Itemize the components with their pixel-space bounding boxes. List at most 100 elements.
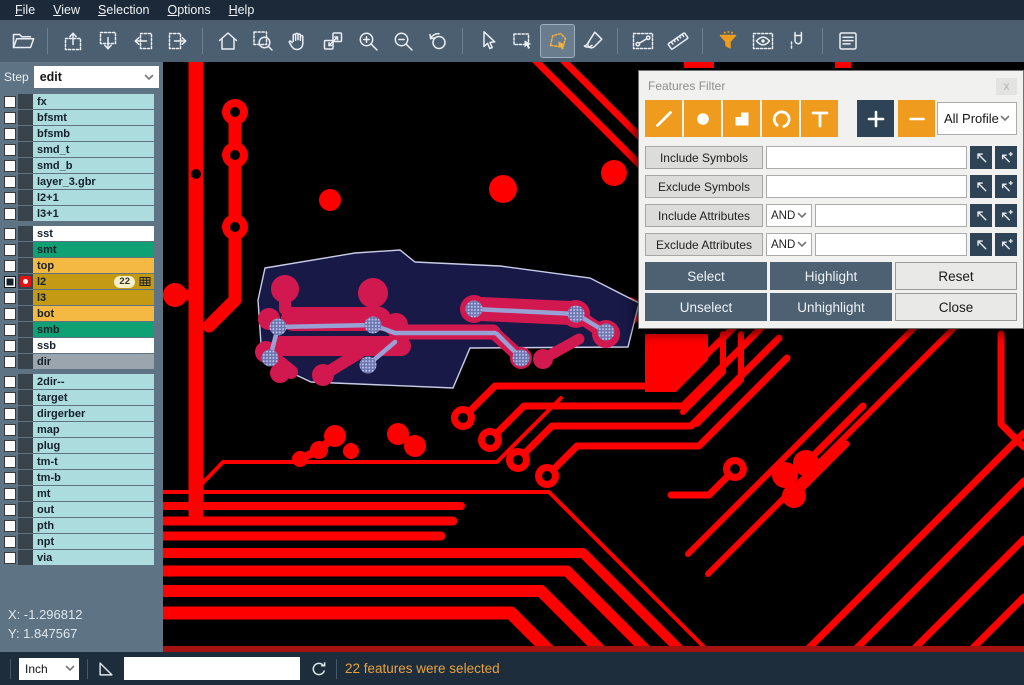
menu-file[interactable]: File	[6, 2, 44, 18]
text-feature-button[interactable]	[801, 100, 838, 137]
layer-row-npt[interactable]: npt	[2, 534, 154, 549]
layer-row-l2-1[interactable]: l2+1	[2, 190, 154, 205]
layer-visibility-checkbox[interactable]	[4, 520, 16, 532]
layer-name-cell[interactable]: dirgerber	[33, 406, 154, 421]
zoom-window-button[interactable]	[246, 25, 279, 57]
layer-visibility-checkbox[interactable]	[4, 472, 16, 484]
command-input[interactable]	[124, 657, 300, 680]
close-button[interactable]: Close	[895, 293, 1017, 321]
brush-clear-button[interactable]	[576, 25, 609, 57]
layer-visibility-checkbox[interactable]	[4, 112, 16, 124]
layer-name-cell[interactable]: dir	[33, 354, 154, 369]
include-attributes-operator-select[interactable]: AND	[766, 204, 812, 227]
layer-name-cell[interactable]: smt	[33, 242, 154, 257]
snap-angle-icon[interactable]	[96, 659, 116, 679]
snap-magnet-button[interactable]	[781, 25, 814, 57]
layer-visibility-checkbox[interactable]	[4, 96, 16, 108]
layer-row-top[interactable]: top	[2, 258, 154, 273]
layer-name-cell[interactable]: 2dir--	[33, 374, 154, 389]
layer-name-cell[interactable]: sst	[33, 226, 154, 241]
layer-row-layer-3-gbr[interactable]: layer_3.gbr	[2, 174, 154, 189]
layer-visibility-checkbox[interactable]	[4, 552, 16, 564]
layer-row-map[interactable]: map	[2, 422, 154, 437]
view-box-button[interactable]	[746, 25, 779, 57]
pad-feature-button[interactable]	[684, 100, 721, 137]
layer-visibility-checkbox[interactable]	[4, 324, 16, 336]
layer-name-cell[interactable]: top	[33, 258, 154, 273]
include-attributes-button[interactable]: Include Attributes	[645, 204, 763, 227]
layer-row-ssb[interactable]: ssb	[2, 338, 154, 353]
exclude-attributes-pick-button[interactable]	[970, 233, 992, 256]
step-select[interactable]: edit	[34, 66, 159, 88]
layer-name-cell[interactable]: l2+1	[33, 190, 154, 205]
include-symbols-pick-add-button[interactable]	[995, 146, 1017, 169]
layer-visibility-checkbox[interactable]	[4, 392, 16, 404]
layer-name-cell[interactable]: l3	[33, 290, 154, 305]
layer-row-l3[interactable]: l3	[2, 290, 154, 305]
layer-name-cell[interactable]: layer_3.gbr	[33, 174, 154, 189]
layer-row-bot[interactable]: bot	[2, 306, 154, 321]
layer-name-cell[interactable]: bot	[33, 306, 154, 321]
layer-row-dir[interactable]: dir	[2, 354, 154, 369]
layer-name-cell[interactable]: ssb	[33, 338, 154, 353]
menu-options[interactable]: Options	[158, 2, 219, 18]
include-symbols-input[interactable]	[766, 146, 967, 169]
home-button[interactable]	[211, 25, 244, 57]
layer-visibility-checkbox[interactable]	[4, 128, 16, 140]
layer-row-tm-b[interactable]: tm-b	[2, 470, 154, 485]
include-symbols-pick-button[interactable]	[970, 146, 992, 169]
include-attributes-input[interactable]	[815, 204, 967, 227]
layer-row-sst[interactable]: sst	[2, 226, 154, 241]
layer-visibility-checkbox[interactable]	[4, 308, 16, 320]
layer-name-cell[interactable]: fx	[33, 94, 154, 109]
layer-visibility-checkbox[interactable]	[4, 160, 16, 172]
include-attributes-pick-button[interactable]	[970, 204, 992, 227]
layer-visibility-checkbox[interactable]	[4, 192, 16, 204]
layer-name-cell[interactable]: pth	[33, 518, 154, 533]
layer-name-cell[interactable]: plug	[33, 438, 154, 453]
unhighlight-button[interactable]: Unhighlight	[770, 293, 892, 321]
layer-visibility-checkbox[interactable]	[4, 356, 16, 368]
layer-row-via[interactable]: via	[2, 550, 154, 565]
refresh-icon[interactable]	[308, 659, 328, 679]
menu-view[interactable]: View	[44, 2, 89, 18]
exclude-attributes-button[interactable]: Exclude Attributes	[645, 233, 763, 256]
layer-row-target[interactable]: target	[2, 390, 154, 405]
pcb-canvas[interactable]: Features Filter x All Profile Include Sy…	[163, 62, 1024, 652]
layer-visibility-checkbox[interactable]	[4, 244, 16, 256]
exclude-attributes-input[interactable]	[815, 233, 967, 256]
layer-name-cell[interactable]: l3+1	[33, 206, 154, 221]
highlight-button[interactable]: Highlight	[770, 262, 892, 290]
layer-visibility-checkbox[interactable]	[4, 260, 16, 272]
layer-row-plug[interactable]: plug	[2, 438, 154, 453]
layer-row-fx[interactable]: fx	[2, 94, 154, 109]
zoom-in-button[interactable]	[351, 25, 384, 57]
exclude-symbols-button[interactable]: Exclude Symbols	[645, 175, 763, 198]
reset-button[interactable]: Reset	[895, 262, 1017, 290]
layer-row-out[interactable]: out	[2, 502, 154, 517]
ruler-button[interactable]	[661, 25, 694, 57]
zoom-previous-button[interactable]	[421, 25, 454, 57]
include-attributes-pick-add-button[interactable]	[995, 204, 1017, 227]
pan-right-button[interactable]	[161, 25, 194, 57]
layer-name-cell[interactable]: target	[33, 390, 154, 405]
layer-row-2dir[interactable]: 2dir--	[2, 374, 154, 389]
layer-name-cell[interactable]: npt	[33, 534, 154, 549]
layer-name-cell[interactable]: smb	[33, 322, 154, 337]
layer-row-bfsmt[interactable]: bfsmt	[2, 110, 154, 125]
layer-visibility-checkbox[interactable]	[4, 292, 16, 304]
menu-selection[interactable]: Selection	[89, 2, 158, 18]
exclude-symbols-input[interactable]	[766, 175, 967, 198]
layer-visibility-checkbox[interactable]	[4, 276, 16, 288]
move-view-button[interactable]	[316, 25, 349, 57]
units-select[interactable]: Inch	[19, 658, 79, 680]
dialog-titlebar[interactable]: Features Filter x	[645, 71, 1017, 98]
layer-row-dirgerber[interactable]: dirgerber	[2, 406, 154, 421]
layer-name-cell[interactable]: smd_t	[33, 142, 154, 157]
layer-row-smb[interactable]: smb	[2, 322, 154, 337]
layer-row-tm-t[interactable]: tm-t	[2, 454, 154, 469]
layer-name-cell[interactable]: map	[33, 422, 154, 437]
exclude-attributes-operator-select[interactable]: AND	[766, 233, 812, 256]
pan-up-button[interactable]	[56, 25, 89, 57]
layer-name-cell[interactable]: bfsmb	[33, 126, 154, 141]
